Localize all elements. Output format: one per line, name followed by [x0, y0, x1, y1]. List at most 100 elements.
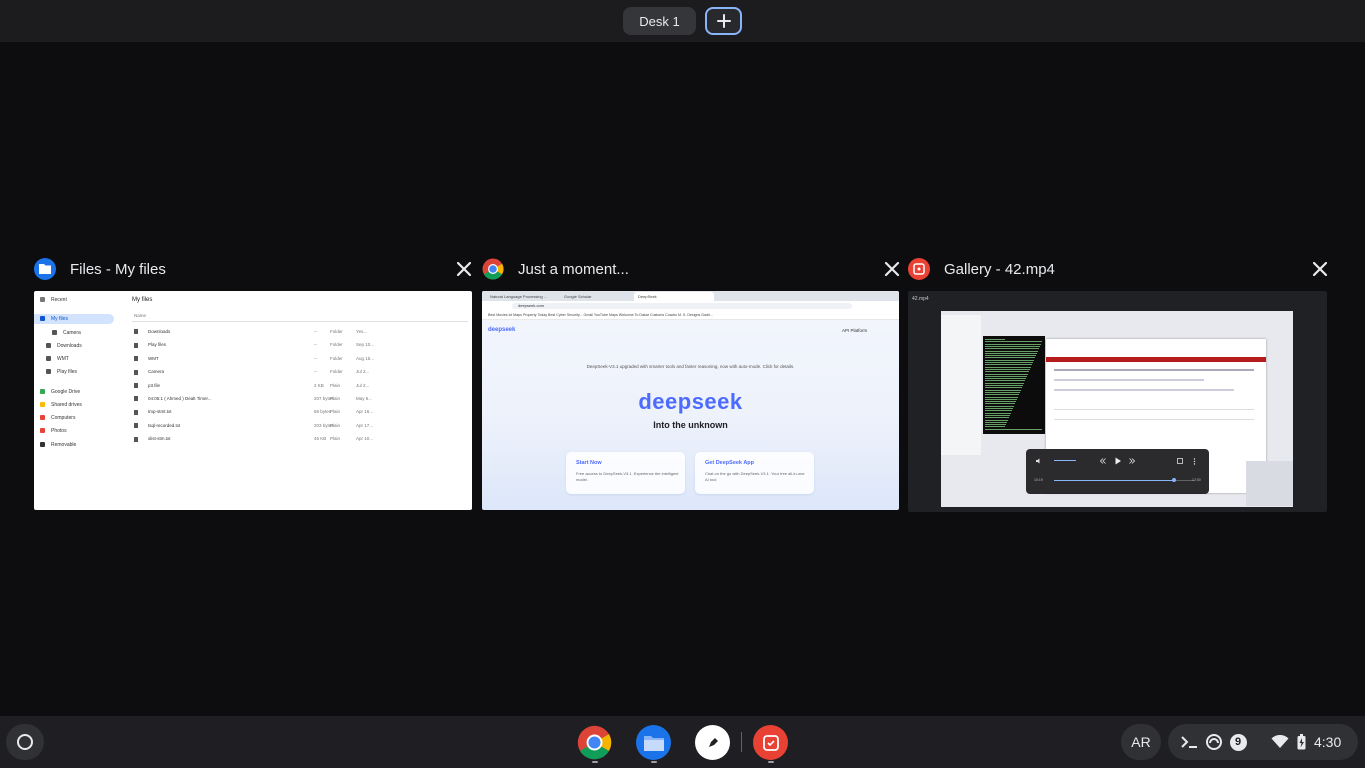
rewind-icon[interactable]	[1100, 458, 1106, 464]
file-date: Yes...	[356, 329, 368, 334]
file-size: --	[314, 355, 317, 361]
terminal-icon[interactable]	[1178, 724, 1200, 760]
new-desk-button[interactable]	[705, 7, 742, 35]
gallery-window-preview[interactable]: 42.mp4 10:19 12:00	[908, 291, 1327, 512]
fullscreen-icon[interactable]	[1177, 458, 1183, 464]
terminal-line	[985, 341, 1042, 343]
files-shelf-app[interactable]	[636, 725, 671, 760]
file-type: Plain	[330, 422, 341, 428]
file-row[interactable]: Downloads -- Folder Yes...	[134, 327, 470, 337]
clock[interactable]: 4:30	[1314, 724, 1341, 760]
file-row[interactable]: tmp-stmt.txt 56 bytes Plain Apr 16...	[134, 407, 470, 417]
terminal-line	[985, 408, 1013, 409]
address-bar[interactable]: deepseek.com	[512, 303, 852, 309]
file-type: Folder	[330, 369, 343, 375]
play-icon[interactable]	[1114, 457, 1122, 465]
file-row[interactable]: tsql-recorded.txt 203 bytes Plain Apr 17...	[134, 421, 470, 431]
terminal-line	[985, 387, 1022, 389]
sync-icon[interactable]	[1203, 724, 1225, 760]
browser-tab[interactable]: Natural Language Processing ...	[486, 292, 558, 301]
close-icon[interactable]	[882, 259, 902, 279]
terminal-line	[985, 371, 1029, 373]
terminal-line	[985, 417, 1009, 419]
sidebar-item-computers[interactable]: Computers	[40, 413, 75, 423]
file-size: 2 KB	[314, 382, 324, 388]
launcher-button[interactable]	[6, 724, 44, 760]
desk-1-chip[interactable]: Desk 1	[623, 7, 696, 35]
file-date: Apr 17...	[356, 422, 374, 428]
sidebar-item-removable[interactable]: Removable	[40, 440, 76, 450]
sidebar-item-shared[interactable]: Shared drives	[40, 400, 82, 410]
file-row[interactable]: xlist-stm.txt 45 KB Plain Apr 10...	[134, 434, 470, 444]
video-content-line	[1054, 409, 1254, 410]
notifications-badge[interactable]: 9	[1227, 724, 1249, 760]
terminal-line	[985, 426, 1005, 428]
site-logo[interactable]: deepseek	[488, 327, 515, 333]
file-date: Jul 2...	[356, 369, 370, 375]
files-header-divider	[132, 321, 468, 322]
bookmarks-bar[interactable]: Best Movies ict Maps Property Today Best…	[482, 311, 899, 320]
api-platform-link[interactable]: API Platform	[842, 328, 867, 333]
wifi-icon[interactable]	[1268, 724, 1292, 760]
status-tray[interactable]: 9 4:30	[1168, 724, 1358, 760]
get-app-card[interactable]: Get DeepSeek App Chat on the go with Dee…	[695, 452, 814, 494]
terminal-line	[985, 348, 1039, 350]
file-row[interactable]: Play files -- Folder Sep 10...	[134, 340, 470, 350]
sidebar-item-recent[interactable]: Recent	[40, 295, 67, 305]
volume-slider[interactable]	[1054, 460, 1076, 461]
files-window-header[interactable]: Files - My files	[34, 256, 472, 282]
file-type-icon	[134, 369, 138, 375]
file-row[interactable]: Camera -- Folder Jul 2...	[134, 367, 470, 377]
file-name: p3.file	[148, 382, 161, 388]
file-row[interactable]: WMT -- Folder Aug 15...	[134, 354, 470, 364]
volume-icon[interactable]	[1036, 458, 1042, 464]
terminal-line	[985, 350, 1038, 352]
video-content-line	[1054, 369, 1254, 371]
sidebar-item-camera[interactable]: Camera	[52, 328, 81, 338]
sidebar-item-downloads[interactable]: Downloads	[46, 341, 82, 351]
chrome-window-preview[interactable]: Natural Language Processing ... Google S…	[482, 291, 899, 510]
video-content-line	[1054, 379, 1204, 381]
forward-icon[interactable]	[1129, 458, 1135, 464]
close-icon[interactable]	[1310, 259, 1330, 279]
file-size: 45 KB	[314, 436, 327, 442]
video-content-redbar	[1046, 357, 1266, 362]
more-icon[interactable]	[1193, 458, 1196, 465]
file-type: Plain	[330, 396, 341, 401]
file-type: Folder	[330, 355, 343, 361]
files-column-name[interactable]: Name	[134, 313, 146, 318]
browser-tab[interactable]: Google Scholar	[560, 292, 632, 301]
input-method-button[interactable]: AR	[1121, 724, 1161, 760]
file-type-icon	[134, 382, 138, 388]
terminal-line	[985, 424, 1006, 426]
announcement-text[interactable]: DeepSeek-V3.1 upgraded with smarter tool…	[482, 364, 899, 369]
terminal-line	[985, 412, 1011, 414]
seek-handle[interactable]	[1172, 478, 1177, 482]
file-row[interactable]: p3.file 2 KB Plain Jul 2...	[134, 381, 470, 391]
close-icon[interactable]	[454, 259, 474, 279]
sidebar-item-my-files[interactable]: My files	[40, 314, 68, 324]
video-content-line	[1054, 389, 1234, 391]
gallery-toolbar: 42.mp4	[908, 291, 1327, 307]
sidebar-item-google-drive[interactable]: Google Drive	[40, 387, 80, 397]
chrome-shelf-app[interactable]	[577, 725, 612, 760]
sidebar-item-play-files[interactable]: Play files	[46, 367, 77, 377]
chrome-window-title: Just a moment...	[518, 260, 629, 278]
file-date: Sep 10...	[356, 342, 375, 348]
folder-icon	[643, 735, 664, 751]
start-now-card[interactable]: Start Now Free access to DeepSeek-V3.1. …	[566, 452, 685, 494]
gallery-shelf-app[interactable]	[753, 725, 788, 760]
battery-icon[interactable]	[1292, 724, 1310, 760]
gallery-window-header[interactable]: Gallery - 42.mp4	[908, 256, 1330, 282]
seek-slider[interactable]	[1054, 478, 1194, 482]
file-size: --	[314, 369, 317, 375]
files-window-preview[interactable]: Recent My files Camera Downloads WMT Pla…	[34, 291, 472, 510]
media-controls[interactable]: 10:19 12:00	[1026, 449, 1209, 494]
terminal-line	[985, 368, 1030, 370]
sidebar-item-photos[interactable]: Photos	[40, 426, 67, 436]
browser-tab-active[interactable]: DeepSeek	[634, 292, 714, 301]
file-row[interactable]: 04:05:1 ( Ahmed ) Dealt Timer... 207 byte…	[134, 394, 470, 404]
chrome-window-header[interactable]: Just a moment...	[482, 256, 902, 282]
ink-shelf-app[interactable]	[695, 725, 730, 760]
sidebar-item-wmt[interactable]: WMT	[46, 354, 69, 364]
